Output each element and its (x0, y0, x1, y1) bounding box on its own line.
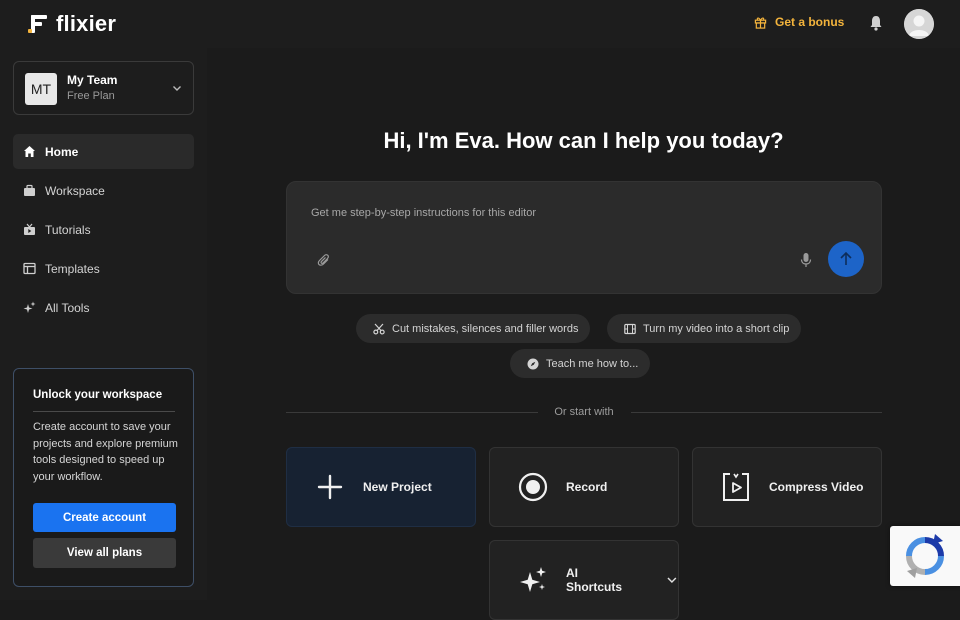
get-bonus-label: Get a bonus (775, 15, 845, 29)
home-icon (24, 146, 35, 157)
sparkles-icon (23, 301, 36, 313)
top-bar: flixier Get a bonus (0, 0, 960, 48)
divider (33, 411, 175, 412)
sidebar-item-label: Home (45, 144, 79, 159)
unlock-workspace-card: Unlock your workspace Create account to … (13, 368, 194, 587)
recaptcha-badge[interactable] (890, 526, 960, 586)
suggestion-label: Cut mistakes, silences and filler words (392, 322, 579, 335)
arrow-up-icon (840, 251, 852, 265)
compress-video-icon (723, 473, 749, 501)
unlock-description: Create account to save your projects and… (33, 421, 178, 483)
compress-video-button[interactable]: Compress Video (692, 447, 882, 527)
team-avatar: MT (25, 73, 57, 105)
suggestion-teach-me[interactable]: Teach me how to... (510, 349, 651, 378)
bell-icon[interactable] (868, 14, 884, 32)
send-button[interactable] (828, 241, 864, 277)
film-icon (624, 323, 636, 334)
scissors-icon (373, 323, 385, 334)
get-bonus-button[interactable]: Get a bonus (754, 15, 844, 29)
layout-icon (23, 262, 36, 275)
sidebar-item-label: Templates (45, 261, 100, 276)
tile-label: Compress Video (769, 480, 864, 494)
divider (286, 412, 538, 413)
logo-text: flixier (56, 11, 117, 36)
chevron-down-icon (173, 86, 181, 91)
suggestion-cut-mistakes[interactable]: Cut mistakes, silences and filler words (356, 314, 591, 343)
user-avatar[interactable] (904, 9, 934, 39)
tile-label: AI Shortcuts (566, 566, 623, 594)
sidebar-item-label: Workspace (45, 183, 105, 198)
gift-icon (754, 17, 767, 29)
sidebar-item-home[interactable]: Home (13, 134, 194, 169)
ai-sparkles-icon (520, 567, 546, 592)
create-account-button[interactable]: Create account (33, 503, 176, 532)
main-content: Hi, I'm Eva. How can I help you today? G… (207, 48, 960, 620)
ai-shortcuts-button[interactable]: AI Shortcuts (489, 540, 679, 620)
unlock-title: Unlock your workspace (33, 389, 163, 401)
suggestion-short-clip[interactable]: Turn my video into a short clip (607, 314, 802, 343)
flixier-logo-icon (28, 13, 48, 35)
tile-label: New Project (363, 480, 432, 494)
team-plan: Free Plan (67, 90, 115, 102)
compass-icon (527, 358, 539, 369)
sidebar-item-tutorials[interactable]: Tutorials (13, 212, 194, 247)
prompt-box[interactable]: Get me step-by-step instructions for thi… (286, 181, 882, 294)
divider (631, 412, 882, 413)
sidebar-item-templates[interactable]: Templates (13, 251, 194, 286)
tile-label: Record (566, 480, 608, 494)
view-all-plans-button[interactable]: View all plans (33, 538, 176, 568)
record-icon (518, 472, 548, 502)
recaptcha-icon (906, 534, 944, 578)
page-title: Hi, I'm Eva. How can I help you today? (383, 128, 784, 153)
or-start-with-label: Or start with (554, 406, 614, 418)
chevron-down-icon (667, 577, 677, 584)
suggestion-label: Turn my video into a short clip (643, 322, 790, 335)
paperclip-icon[interactable] (317, 253, 331, 267)
new-project-button[interactable]: New Project (286, 447, 476, 527)
tv-icon (24, 223, 35, 235)
team-name: My Team (67, 73, 118, 87)
sidebar-item-workspace[interactable]: Workspace (13, 173, 194, 208)
plus-icon (317, 474, 343, 500)
flixier-logo[interactable]: flixier (28, 11, 116, 37)
briefcase-icon (24, 184, 35, 196)
sidebar-item-label: All Tools (45, 300, 90, 315)
sidebar-item-label: Tutorials (45, 222, 91, 237)
sidebar: MT My Team Free Plan Home Workspace Tuto… (0, 48, 207, 600)
prompt-input[interactable]: Get me step-by-step instructions for thi… (311, 207, 536, 219)
record-button[interactable]: Record (489, 447, 679, 527)
user-avatar-icon (904, 9, 934, 39)
team-selector[interactable]: MT My Team Free Plan (13, 61, 194, 115)
microphone-icon[interactable] (800, 252, 812, 268)
sidebar-item-all-tools[interactable]: All Tools (13, 290, 194, 325)
suggestion-label: Teach me how to... (546, 357, 639, 370)
